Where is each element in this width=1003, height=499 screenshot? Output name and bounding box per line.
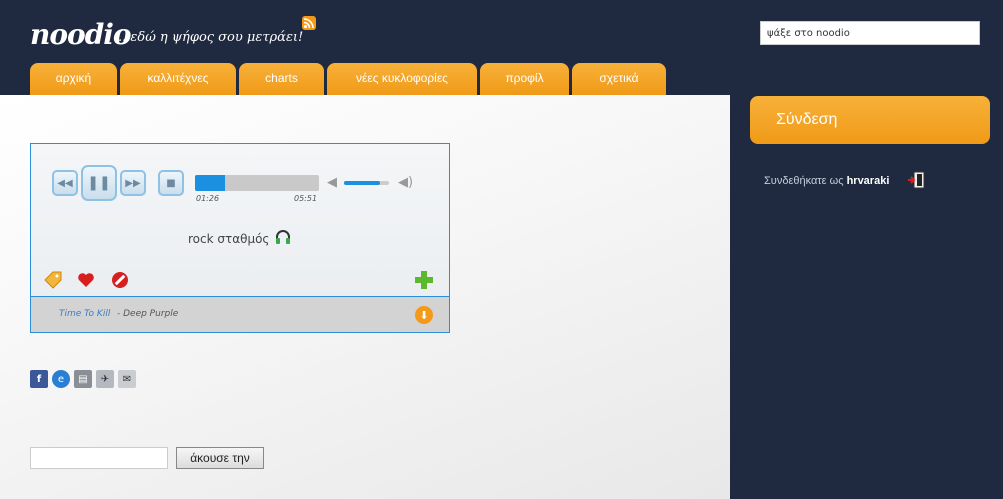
- logged-in-status: Συνδεθήκατε ως hrvaraki: [764, 175, 889, 187]
- forward-button[interactable]: ▶▶: [120, 170, 146, 196]
- volume-low-icon[interactable]: ◀: [327, 175, 337, 190]
- volume-slider[interactable]: [344, 181, 389, 185]
- listen-input[interactable]: [30, 447, 168, 469]
- listen-button[interactable]: άκουσε την: [176, 447, 264, 469]
- stop-icon: ■: [166, 177, 176, 189]
- logout-icon[interactable]: [906, 170, 926, 190]
- login-button[interactable]: Σύνδεση: [750, 96, 990, 144]
- rewind-button[interactable]: ◀◀: [52, 170, 78, 196]
- username[interactable]: hrvaraki: [847, 175, 890, 187]
- headphones-icon[interactable]: [274, 228, 292, 246]
- main-content: ◀◀ ❚❚ ▶▶ ■ 01:26 05:51 ◀ ◀) rock σταθμός: [0, 95, 730, 499]
- forward-icon: ▶▶: [125, 177, 141, 189]
- tab-home[interactable]: αρχική: [30, 63, 117, 95]
- tab-charts[interactable]: charts: [239, 63, 324, 95]
- logged-in-label: Συνδεθήκατε ως: [764, 175, 844, 187]
- music-player: ◀◀ ❚❚ ▶▶ ■ 01:26 05:51 ◀ ◀) rock σταθμός: [30, 143, 450, 333]
- track-title[interactable]: Time To Kill: [59, 309, 110, 319]
- site-tagline: ...εδώ η ψήφος σου μετράει!: [118, 30, 304, 45]
- progress-bar[interactable]: [195, 175, 319, 191]
- stop-button[interactable]: ■: [158, 170, 184, 196]
- site-logo[interactable]: noodio: [30, 18, 132, 51]
- pause-button[interactable]: ❚❚: [81, 165, 117, 201]
- tag-icon[interactable]: [43, 270, 63, 290]
- share-icons: f e ▤ ✈ ✉: [30, 370, 136, 388]
- tab-new-releases[interactable]: νέες κυκλοφορίες: [327, 63, 477, 95]
- pause-icon: ❚❚: [87, 175, 111, 191]
- rss-icon[interactable]: [302, 16, 316, 30]
- facebook-icon[interactable]: f: [30, 370, 48, 388]
- satellite-icon[interactable]: ✈: [96, 370, 114, 388]
- now-playing-bar: Time To Kill - Deep Purple ⬇: [31, 296, 449, 332]
- progress-fill: [195, 175, 226, 191]
- track-artist: - Deep Purple: [117, 309, 179, 319]
- block-icon[interactable]: [110, 270, 130, 290]
- add-icon[interactable]: [414, 270, 434, 290]
- duration-time: 05:51: [294, 194, 318, 203]
- print-icon[interactable]: ▤: [74, 370, 92, 388]
- elapsed-time: 01:26: [196, 194, 220, 203]
- tab-about[interactable]: σχετικά: [572, 63, 666, 95]
- tab-profile[interactable]: προφίλ: [480, 63, 569, 95]
- download-icon[interactable]: ⬇: [415, 306, 433, 324]
- main-nav: αρχική καλλιτέχνες charts νέες κυκλοφορί…: [30, 63, 666, 95]
- rewind-icon: ◀◀: [57, 177, 73, 189]
- volume-fill: [344, 181, 380, 185]
- station-name: rock σταθμός: [188, 232, 270, 246]
- email-icon[interactable]: ✉: [118, 370, 136, 388]
- tab-artists[interactable]: καλλιτέχνες: [120, 63, 236, 95]
- volume-high-icon[interactable]: ◀): [398, 175, 413, 190]
- heart-icon[interactable]: [76, 270, 96, 290]
- globe-icon[interactable]: e: [52, 370, 70, 388]
- search-input[interactable]: [760, 21, 980, 45]
